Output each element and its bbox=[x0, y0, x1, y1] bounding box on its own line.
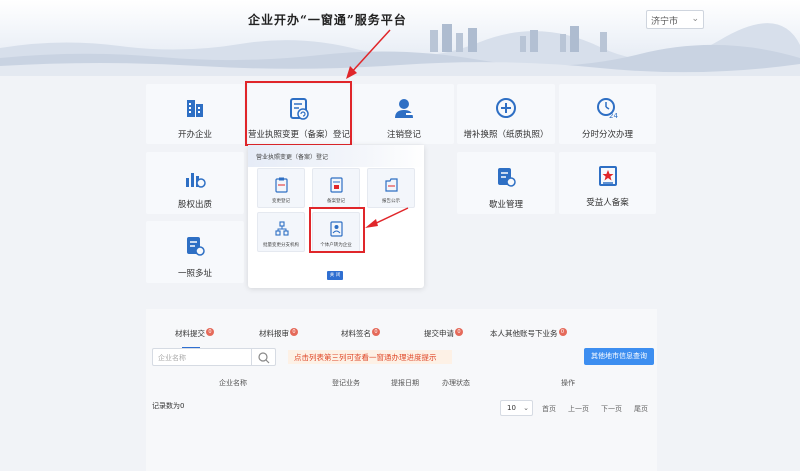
tile-deregistration[interactable]: 注销登记 bbox=[354, 84, 454, 144]
tab-label: 材料签名 bbox=[341, 329, 371, 338]
column-header-action: 操作 bbox=[561, 379, 575, 387]
tile-beneficial-owner[interactable]: 受益人备案 bbox=[559, 152, 656, 214]
svg-text:24: 24 bbox=[609, 112, 618, 119]
application-list-panel: 材料提交 0 材料报审 0 材料签名 0 提交申请 0 本人其他账号下业务 0 企业名称 … bbox=[146, 309, 657, 471]
document-settings-icon bbox=[187, 237, 205, 256]
tile-label: 歇业管理 bbox=[488, 200, 523, 210]
tile-one-address-multi[interactable]: 一照多址 bbox=[146, 221, 244, 283]
annotation-arrow-top bbox=[346, 29, 391, 79]
popup-item-branch-change[interactable]: 批量变更分支机构 bbox=[257, 212, 305, 252]
pager-last[interactable]: 尾页 bbox=[634, 404, 648, 414]
popup-close-button[interactable]: 关 闭 bbox=[327, 271, 343, 280]
tab-badge: 0 bbox=[206, 328, 214, 336]
pager-first[interactable]: 首页 bbox=[542, 404, 556, 414]
tile-time-slot[interactable]: 24 分时分次办理 bbox=[559, 84, 656, 144]
record-count: 记录数为0 bbox=[152, 402, 185, 410]
popup-item-label: 备案登记 bbox=[327, 199, 345, 204]
city-select[interactable]: 济宁市 ⌄ bbox=[646, 10, 704, 29]
column-header-company: 企业名称 bbox=[219, 379, 247, 387]
column-header-status: 办理状态 bbox=[442, 379, 470, 387]
tile-equity-pledge[interactable]: 股权出质 bbox=[146, 152, 244, 214]
tab-badge: 0 bbox=[455, 328, 463, 336]
tile-label: 受益人备案 bbox=[586, 198, 629, 208]
highlight-box bbox=[245, 81, 352, 146]
document-gear-icon bbox=[498, 168, 516, 187]
city-select-value: 济宁市 bbox=[651, 17, 679, 27]
tab-label: 本人其他账号下业务 bbox=[490, 329, 558, 338]
popup-item-label: 批量变更分支机构 bbox=[263, 243, 299, 248]
tab-other-tax[interactable]: 本人其他账号下业务 0 bbox=[490, 328, 567, 339]
annotation-arrow-popup bbox=[365, 207, 409, 228]
tile-label: 开办企业 bbox=[177, 130, 212, 140]
header-banner: 企业开办“一窗通”服务平台 济宁市 ⌄ bbox=[0, 0, 800, 76]
tile-enterprise-management[interactable]: 歇业管理 bbox=[457, 152, 555, 214]
user-minus-icon bbox=[395, 99, 413, 118]
tile-reissue-license[interactable]: 增补换照（纸质执照） bbox=[457, 84, 555, 144]
building-icon bbox=[187, 100, 203, 117]
column-header-date: 提报日期 bbox=[391, 379, 419, 387]
search-button[interactable] bbox=[252, 348, 276, 366]
org-chart-icon bbox=[275, 221, 289, 236]
highlight-box bbox=[309, 207, 365, 253]
tab-badge: 0 bbox=[558, 328, 567, 336]
popup-item-info-disclosure[interactable]: 报告公示 bbox=[367, 168, 415, 208]
chevron-down-icon: ⌄ bbox=[523, 404, 529, 412]
folder-icon bbox=[385, 178, 398, 192]
clock-24-icon: 24 bbox=[596, 98, 618, 119]
popup-item-label: 变更登记 bbox=[272, 199, 290, 204]
tab-label: 材料报审 bbox=[259, 329, 289, 338]
tab-label: 提交申请 bbox=[424, 329, 454, 338]
tab-label: 材料提交 bbox=[175, 329, 205, 338]
chevron-down-icon: ⌄ bbox=[691, 14, 699, 24]
progress-hint: 点击列表第三列可查看一窗通办理进度提示 bbox=[288, 350, 452, 364]
tab-material-submit[interactable]: 材料提交 0 bbox=[175, 328, 214, 339]
column-header-business: 登记业务 bbox=[332, 379, 360, 387]
tile-start-business[interactable]: 开办企业 bbox=[146, 84, 244, 144]
pager-prev[interactable]: 上一页 bbox=[568, 404, 589, 414]
tile-label: 分时分次办理 bbox=[581, 130, 633, 140]
popup-item-change-reg[interactable]: 变更登记 bbox=[257, 168, 305, 208]
tile-label: 一照多址 bbox=[177, 269, 212, 279]
other-city-query-button[interactable]: 其他地市信息查询 bbox=[584, 348, 654, 365]
pager-next[interactable]: 下一页 bbox=[601, 404, 622, 414]
company-search-input[interactable]: 企业名称 bbox=[152, 348, 252, 366]
tab-badge: 0 bbox=[290, 328, 298, 336]
page-size-select[interactable]: 10 ⌄ bbox=[500, 400, 533, 416]
popup-title: 营业执照变更（备案）登记 bbox=[248, 145, 424, 167]
popup-item-filing-reg[interactable]: 备案登记 bbox=[312, 168, 360, 208]
clipboard-icon bbox=[275, 177, 288, 193]
file-check-icon bbox=[330, 177, 343, 193]
certificate-star-icon bbox=[598, 166, 617, 186]
tile-label: 注销登记 bbox=[386, 130, 421, 140]
page-size-value: 10 bbox=[507, 404, 516, 412]
bar-chart-icon bbox=[186, 173, 206, 188]
tile-label: 增补换照（纸质执照） bbox=[463, 130, 549, 140]
tab-badge: 0 bbox=[372, 328, 380, 336]
tab-material-review[interactable]: 材料报审 0 bbox=[259, 328, 298, 339]
tab-material-sign[interactable]: 材料签名 0 bbox=[341, 328, 380, 339]
tile-label: 股权出质 bbox=[177, 200, 212, 210]
plus-circle-icon bbox=[496, 98, 516, 118]
tab-submit-apply[interactable]: 提交申请 0 bbox=[424, 328, 463, 339]
search-icon bbox=[258, 352, 270, 364]
